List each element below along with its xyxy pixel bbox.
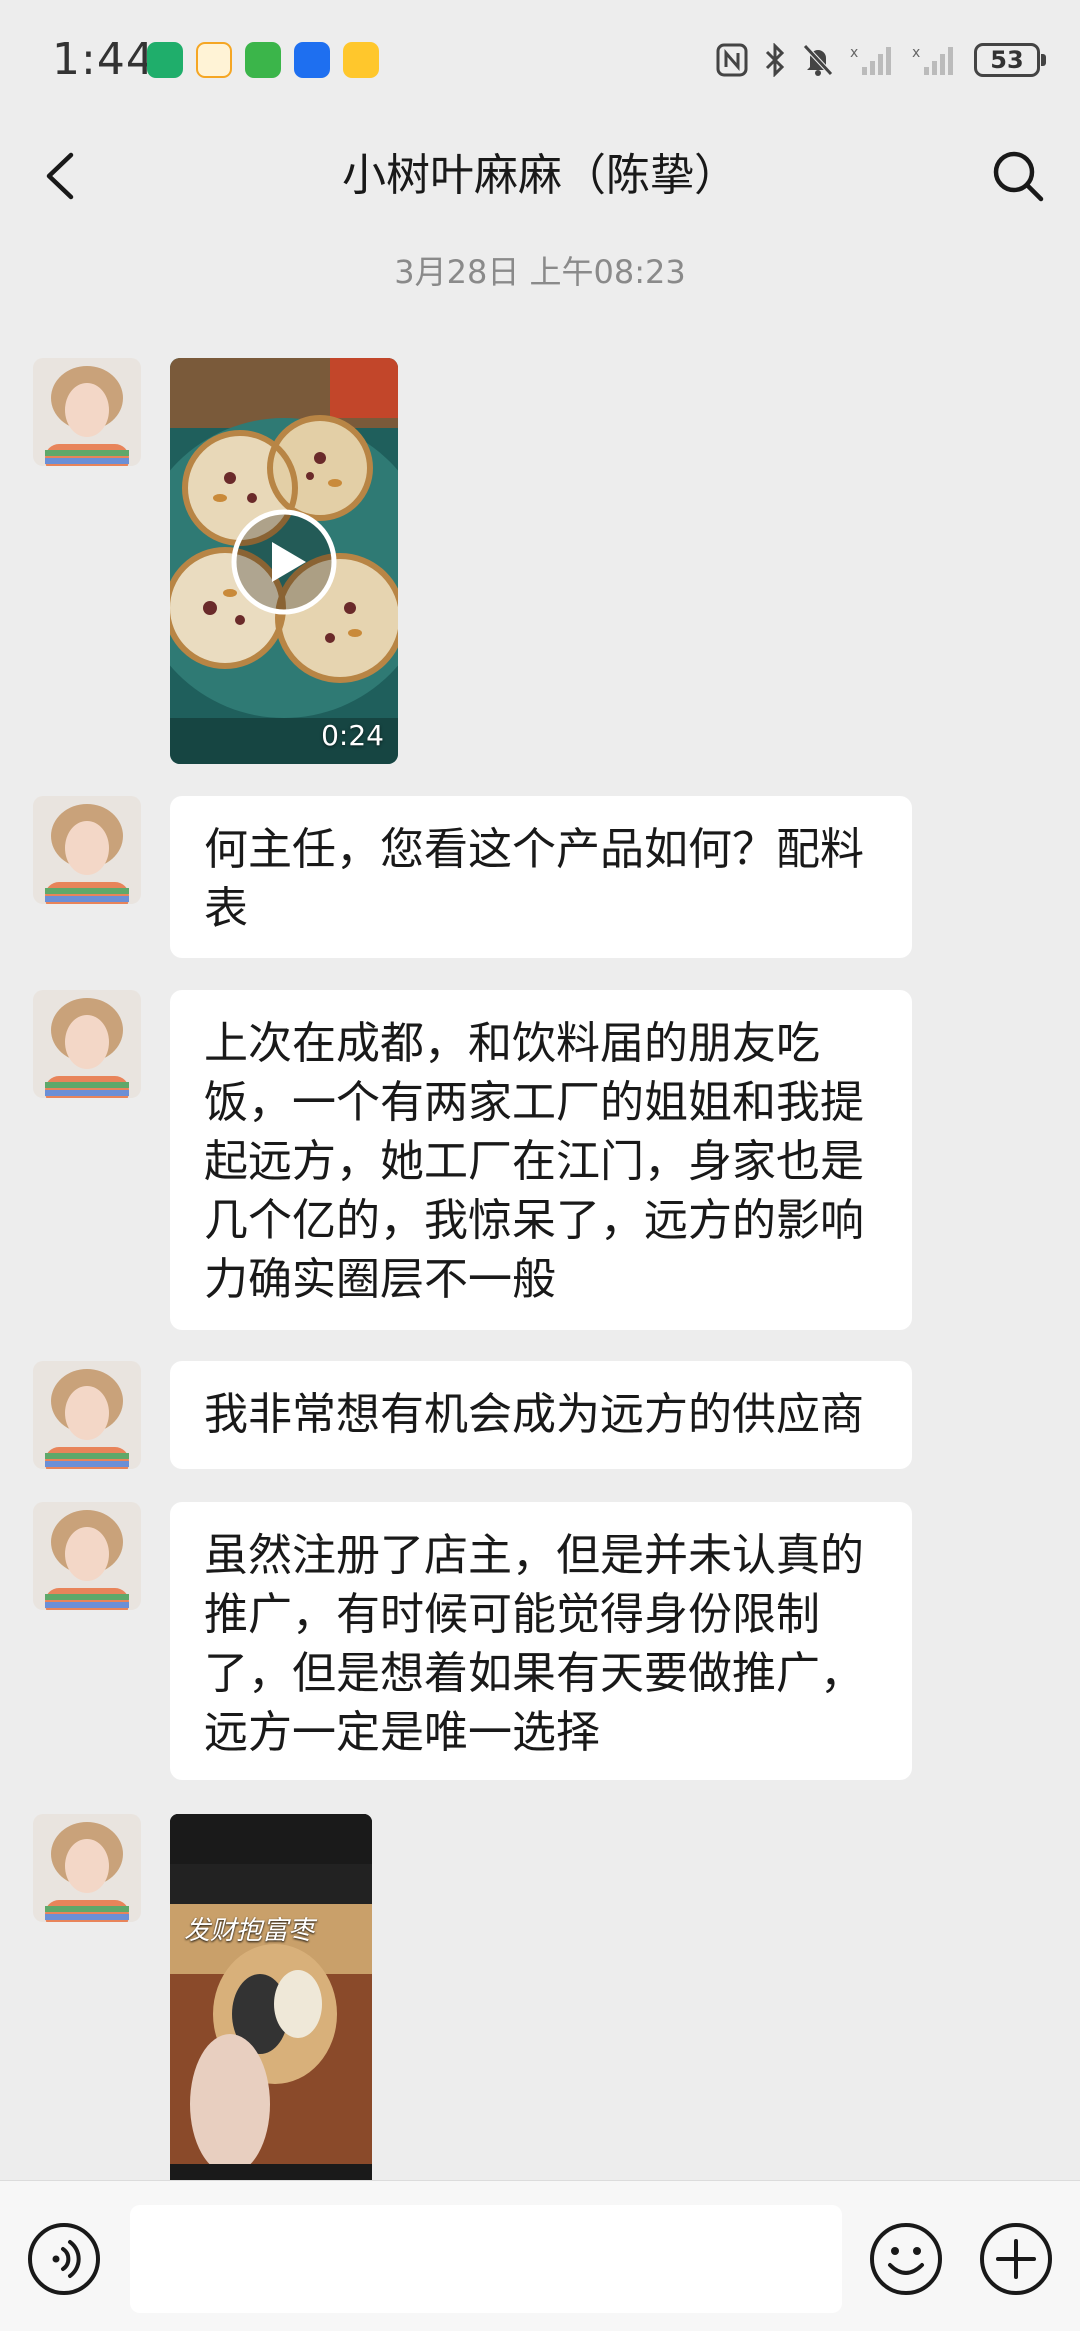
avatar[interactable] [33,358,141,466]
svg-text:x: x [912,45,920,61]
battery-indicator: 53 [974,43,1046,77]
chat-header: 小树叶麻麻（陈挚） [0,120,1080,232]
signal-icon: x [912,45,953,75]
emoji-icon[interactable] [868,2221,944,2297]
message-row: 上次在成都，和饮料届的朋友吃饭，一个有两家工厂的姐姐和我提起远方，她工厂在江门，… [0,990,1080,1330]
status-bar: 1:44 x x 53 [0,0,1080,120]
image-thumbnail [170,1814,372,2180]
app-notification-icon [245,42,281,78]
avatar-image [33,796,141,904]
message-bubble[interactable]: 虽然注册了店主，但是并未认真的推广，有时候可能觉得身份限制了，但是想着如果有天要… [170,1502,912,1780]
chevron-left-icon [46,152,74,200]
message-bubble[interactable]: 上次在成都，和饮料届的朋友吃饭，一个有两家工厂的姐姐和我提起远方，她工厂在江门，… [170,990,912,1330]
play-icon [231,509,337,615]
video-message[interactable]: 0:24 [170,358,398,764]
svg-text:x: x [850,45,858,61]
app-notification-icon [343,42,379,78]
signal-icon: x [850,45,891,75]
message-input[interactable] [130,2205,842,2313]
back-button[interactable] [30,144,90,208]
plus-icon[interactable] [978,2221,1054,2297]
voice-input-icon[interactable] [26,2221,102,2297]
message-row: 虽然注册了店主，但是并未认真的推广，有时候可能觉得身份限制了，但是想着如果有天要… [0,1502,1080,1780]
avatar[interactable] [33,990,141,1098]
app-notification-icon [196,42,232,78]
message-row: 0:24 [0,358,1080,764]
avatar-image [33,1814,141,1922]
chat-title: 小树叶麻麻（陈挚） [342,150,738,201]
message-row: 何主任，您看这个产品如何？配料表 [0,796,1080,958]
avatar-image [33,358,141,466]
chat-screen: 1:44 x x 53 小树叶麻麻（陈挚） 3月28日 上午08:23 0:24… [0,0,1080,2331]
input-bar [0,2180,1080,2331]
message-row: 我非常想有机会成为远方的供应商 [0,1361,1080,1469]
video-duration: 0:24 [321,719,384,752]
avatar-image [33,990,141,1098]
avatar[interactable] [33,796,141,904]
avatar[interactable] [33,1502,141,1610]
avatar-image [33,1361,141,1469]
avatar-image [33,1502,141,1610]
app-notification-icon [147,42,183,78]
avatar[interactable] [33,1361,141,1469]
avatar[interactable] [33,1814,141,1922]
mute-icon [803,44,833,76]
message-row: 发财抱富枣 [0,1814,1080,2180]
image-message[interactable]: 发财抱富枣 [170,1814,372,2180]
status-indicators: x x 53 [716,38,1046,82]
image-caption: 发财抱富枣 [184,1916,315,1946]
search-icon [993,151,1044,202]
bluetooth-icon [765,43,785,77]
app-notification-icon [294,42,330,78]
message-timestamp: 3月28日 上午08:23 [394,253,686,291]
message-bubble[interactable]: 我非常想有机会成为远方的供应商 [170,1361,912,1469]
search-button[interactable] [984,142,1052,210]
status-time: 1:44 [52,34,155,85]
nfc-icon [716,43,748,77]
message-bubble[interactable]: 何主任，您看这个产品如何？配料表 [170,796,912,958]
